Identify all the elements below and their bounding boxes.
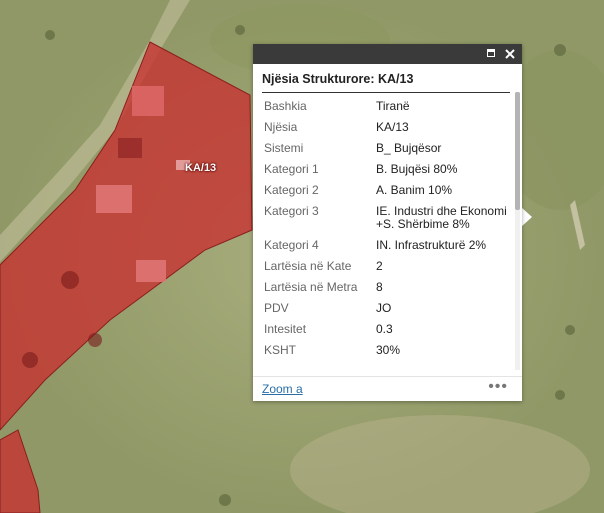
attribute-value: KA/13 bbox=[376, 120, 409, 134]
attribute-key: Sistemi bbox=[264, 141, 304, 155]
popup-title: Njësia Strukturore: KA/13 bbox=[262, 72, 510, 93]
attribute-row: PDV JO bbox=[264, 302, 515, 315]
attribute-row: Kategori 3 IE. Industri dhe Ekonomi +S. … bbox=[264, 205, 515, 231]
attribute-value: 8 bbox=[376, 280, 383, 294]
attribute-key: PDV bbox=[264, 301, 289, 315]
attribute-value: B_ Bujqësor bbox=[376, 141, 442, 155]
close-icon[interactable] bbox=[502, 46, 518, 62]
popup-titlebar bbox=[253, 44, 522, 64]
maximize-icon[interactable] bbox=[484, 46, 500, 62]
attribute-row: Kategori 1 B. Bujqësi 80% bbox=[264, 163, 515, 176]
attribute-key: Kategori 4 bbox=[264, 238, 319, 252]
zoom-to-link[interactable]: Zoom a bbox=[262, 382, 303, 396]
attribute-row: Njësia KA/13 bbox=[264, 121, 515, 134]
attribute-key: Lartësia në Metra bbox=[264, 280, 358, 294]
attribute-value: 30% bbox=[376, 343, 401, 357]
more-actions-button[interactable]: ••• bbox=[488, 379, 508, 395]
attribute-row: Sistemi B_ Bujqësor bbox=[264, 142, 515, 155]
attribute-row: KSHT 30% bbox=[264, 344, 515, 357]
attribute-value: 0.3 bbox=[376, 322, 393, 336]
attribute-value: B. Bujqësi 80% bbox=[376, 162, 458, 176]
parcel-label: KA/13 bbox=[185, 162, 217, 174]
attribute-value: IN. Infrastrukturë 2% bbox=[376, 238, 487, 252]
scroll-thumb[interactable] bbox=[515, 92, 520, 210]
popup-pointer bbox=[521, 207, 532, 227]
attribute-value: Tiranë bbox=[376, 100, 410, 113]
attribute-key: Kategori 3 bbox=[264, 204, 319, 218]
attribute-value: A. Banim 10% bbox=[376, 183, 453, 197]
attribute-table[interactable]: Bashkia Tiranë Njësia KA/13 Sistemi B_ B… bbox=[253, 100, 515, 376]
attribute-key: Intesitet bbox=[264, 322, 307, 336]
attribute-key: Njësia bbox=[264, 120, 298, 134]
attribute-value: JO bbox=[376, 301, 392, 315]
attribute-value: 2 bbox=[376, 259, 383, 273]
attribute-key: Bashkia bbox=[264, 100, 307, 113]
attribute-value: IE. Industri dhe Ekonomi +S. Shërbime 8% bbox=[376, 204, 507, 231]
attribute-key: Kategori 1 bbox=[264, 162, 319, 176]
popup-footer: Zoom a ••• bbox=[253, 376, 522, 401]
attribute-key: Kategori 2 bbox=[264, 183, 319, 197]
attribute-key: KSHT bbox=[264, 343, 297, 357]
attribute-row: Kategori 4 IN. Infrastrukturë 2% bbox=[264, 239, 515, 252]
popup-scrollbar[interactable] bbox=[515, 92, 520, 370]
attribute-key: Lartësia në Kate bbox=[264, 259, 352, 273]
attribute-row: Intesitet 0.3 bbox=[264, 323, 515, 336]
info-popup: Njësia Strukturore: KA/13 Bashkia Tiranë… bbox=[253, 44, 522, 401]
attribute-row: Lartësia në Metra 8 bbox=[264, 281, 515, 294]
attribute-row: Bashkia Tiranë bbox=[264, 100, 515, 113]
attribute-row: Kategori 2 A. Banim 10% bbox=[264, 184, 515, 197]
attribute-row: Lartësia në Kate 2 bbox=[264, 260, 515, 273]
